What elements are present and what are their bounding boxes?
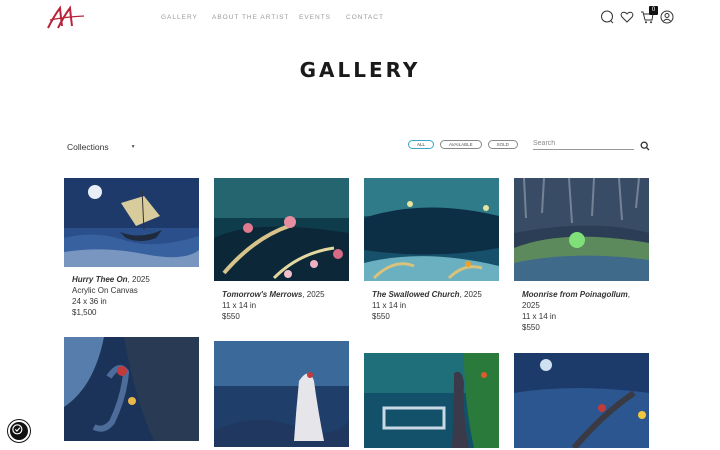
nav-about-the-artist[interactable]: ABOUT THE ARTIST [212, 14, 289, 21]
artwork-size: 11 x 14 in [522, 312, 557, 321]
search-button-icon[interactable] [640, 138, 650, 151]
artwork-caption-1: Hurry Thee On, 2025 Acrylic On Canvas 24… [72, 274, 207, 318]
artwork-image-7[interactable] [364, 353, 499, 448]
artwork-caption-2: Tomorrow's Merrows, 2025 11 x 14 in $550 [222, 289, 357, 322]
artwork-price: $550 [522, 323, 540, 332]
artwork-price: $550 [372, 312, 390, 321]
artwork-image-2[interactable] [214, 178, 349, 281]
account-icon[interactable] [660, 10, 674, 24]
artwork-image-5[interactable] [64, 337, 199, 441]
nav-gallery[interactable]: GALLERY [161, 14, 198, 21]
artwork-year: , 2025 [127, 275, 150, 284]
artwork-price: $1,500 [72, 308, 97, 317]
artwork-year-line: 2025 [522, 301, 540, 310]
artwork-title[interactable]: Moonrise from Poinagollum [522, 290, 628, 299]
cart-icon[interactable]: 0 [640, 6, 658, 24]
artwork-image-6[interactable] [214, 341, 349, 447]
page-title: GALLERY [299, 58, 421, 82]
collections-label: Collections [67, 142, 109, 152]
accessibility-widget-icon[interactable] [8, 420, 30, 442]
artwork-caption-3: The Swallowed Church, 2025 11 x 14 in $5… [372, 289, 507, 322]
cart-count-badge: 0 [649, 6, 658, 15]
header-icons: 0 [600, 6, 674, 24]
artwork-price: $550 [222, 312, 240, 321]
search-icon[interactable] [600, 10, 614, 24]
search-input[interactable] [533, 137, 634, 150]
filter-sold-pill[interactable]: SOLD [487, 140, 518, 149]
heart-icon[interactable] [620, 10, 634, 24]
artwork-title[interactable]: The Swallowed Church [372, 290, 460, 299]
artwork-year: , [627, 290, 631, 299]
artwork-image-3[interactable] [364, 178, 499, 281]
artwork-size: 11 x 14 in [222, 301, 257, 310]
artwork-caption-4: Moonrise from Poinagollum, 2025 11 x 14 … [522, 289, 632, 333]
chevron-down-icon: ▼ [130, 144, 136, 150]
site-header: GALLERY ABOUT THE ARTIST EVENTS CONTACT … [0, 0, 720, 38]
nav-events[interactable]: EVENTS [299, 14, 331, 21]
artwork-image-8[interactable] [514, 353, 649, 448]
artwork-medium: Acrylic On Canvas [72, 286, 138, 295]
artwork-title[interactable]: Hurry Thee On [72, 275, 128, 284]
artwork-size: 24 x 36 in [72, 297, 107, 306]
artwork-size: 11 x 14 in [372, 301, 407, 310]
artwork-image-1[interactable] [64, 178, 199, 267]
nav-contact[interactable]: CONTACT [346, 14, 384, 21]
status-filter-group: ALL AVAILABLE SOLD [408, 140, 518, 149]
artwork-image-4[interactable] [514, 178, 649, 281]
artwork-title[interactable]: Tomorrow's Merrows [222, 290, 302, 299]
site-logo[interactable] [44, 4, 88, 32]
filter-available-pill[interactable]: AVAILABLE [440, 140, 482, 149]
artwork-year: , 2025 [459, 290, 482, 299]
artwork-year: , 2025 [302, 290, 325, 299]
filter-all-pill[interactable]: ALL [408, 140, 435, 149]
collections-dropdown[interactable]: Collections ▼ [67, 142, 136, 152]
